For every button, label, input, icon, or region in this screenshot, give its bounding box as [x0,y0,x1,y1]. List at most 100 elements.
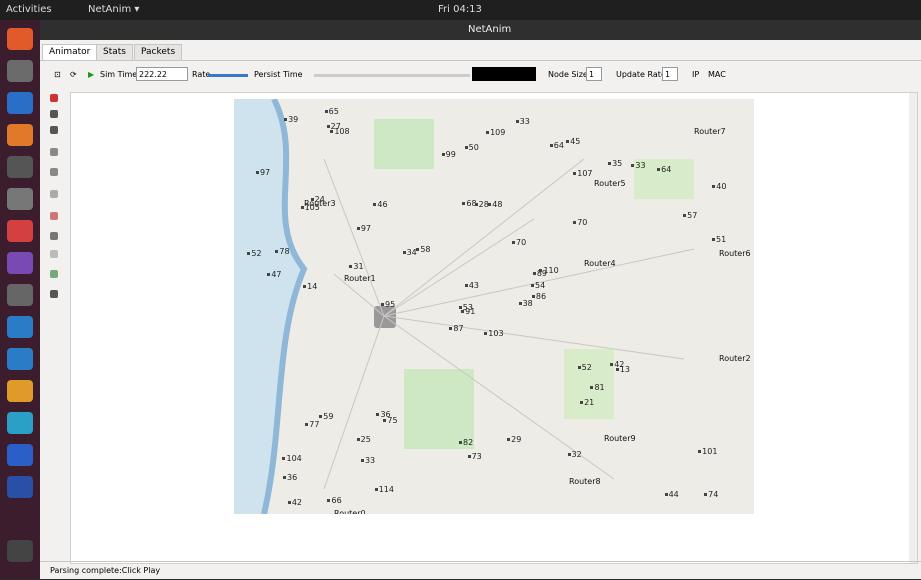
node-label: 87 [449,324,463,333]
chrome-icon[interactable] [7,412,33,434]
node-label: 64 [657,165,671,174]
update-rate-label: Update Rate [616,70,666,79]
node-label: 52 [247,249,261,258]
launcher-dock [0,20,40,579]
router-label: Router8 [569,477,601,486]
router-label: Router0 [334,509,366,514]
node-label: 25 [357,435,371,444]
box-icon[interactable] [50,250,58,258]
router-label: Router7 [694,127,726,136]
mac-toggle[interactable]: MAC [708,70,726,79]
writer-icon[interactable] [7,92,33,114]
sim-time-field[interactable]: 222.22 [136,67,188,81]
node-label: 109 [486,128,505,137]
tool-icon[interactable] [50,190,58,198]
node-label: 103 [484,329,503,338]
grid-icon[interactable] [50,148,58,156]
node-label: 33 [516,117,530,126]
update-rate-field[interactable]: 1 [662,67,678,81]
node-label: 43 [465,281,479,290]
node-label: 78 [275,247,289,256]
router-label: Router5 [594,179,626,188]
toolbar: ⊡ ⟳ ▶ Sim Time 222.22 Rate Persist Time … [40,64,921,86]
node-label: 24 [311,195,325,204]
node-label: 38 [519,299,533,308]
node-label: 29 [507,435,521,444]
ip-toggle[interactable]: IP [692,70,699,79]
node-label: 74 [704,490,718,499]
settings-icon[interactable] [7,188,33,210]
node-label: 110 [539,266,558,275]
node-label: 51 [712,235,726,244]
play-icon[interactable]: ▶ [88,70,94,79]
status-bar: Parsing complete:Click Play [40,561,921,579]
pointer-icon[interactable] [50,290,58,298]
arrow-icon[interactable] [50,94,58,102]
node-label: 97 [357,224,371,233]
show-apps-icon[interactable] [7,540,33,562]
node-label: 33 [631,161,645,170]
node-label: 104 [282,454,301,463]
tab-animator[interactable]: Animator [42,44,98,60]
node-label: 35 [608,159,622,168]
node-size-field[interactable]: 1 [586,67,602,81]
netanim-window: NetAnim Animator Stats Packets ⊡ ⟳ ▶ Sim… [40,20,921,579]
map-layer [234,99,754,514]
node-label: 70 [573,218,587,227]
app-icon-4[interactable] [7,316,33,338]
fit-icon[interactable]: ⊡ [54,70,61,79]
firefox-icon[interactable] [7,28,33,50]
battery-icon[interactable] [50,270,58,278]
app-icon-3[interactable] [7,284,33,306]
time-slider[interactable] [314,74,470,77]
node-label: 14 [303,282,317,291]
netanim-icon[interactable] [7,476,33,498]
node-label: 114 [375,485,394,494]
app-icon-5[interactable] [7,348,33,370]
node-label: 81 [590,383,604,392]
router-label: Router6 [719,249,751,258]
node-label: 57 [683,211,697,220]
store-icon[interactable] [7,124,33,146]
node-label: 32 [568,450,582,459]
clock[interactable]: Fri 04:13 [438,4,482,15]
node-label: 82 [459,438,473,447]
node-label: 101 [698,447,717,456]
tab-stats[interactable]: Stats [96,44,133,60]
files-icon[interactable] [7,60,33,82]
router-label: Router9 [604,434,636,443]
node-icon[interactable] [50,232,58,240]
node-label: 105 [301,203,320,212]
status-message: Parsing complete:Click Play [50,566,161,575]
zoom-out-icon[interactable] [50,126,58,134]
zoom-in-icon[interactable] [50,110,58,118]
vertical-scrollbar[interactable] [909,93,917,563]
node-label: 107 [573,169,592,178]
rate-slider[interactable] [208,74,248,77]
node-label: 65 [325,107,339,116]
edge-icon[interactable] [7,444,33,466]
tab-packets[interactable]: Packets [134,44,183,60]
terminal-icon[interactable] [7,156,33,178]
node-label: 21 [580,398,594,407]
pen-icon[interactable] [50,212,58,220]
node-label: 31 [349,262,363,271]
app-icon-2[interactable] [7,252,33,274]
animation-canvas[interactable]: Router3 Router1 Router4 Router6 Router5 Route… [70,92,918,564]
node-label: 42 [610,360,624,369]
node-size-label: Node Size [548,70,588,79]
vlc-icon[interactable] [7,380,33,402]
lines-icon[interactable] [50,168,58,176]
node-label: 45 [566,137,580,146]
node-label: 34 [403,248,417,257]
node-label: 40 [712,182,726,191]
router-label: Router2 [719,354,751,363]
refresh-icon[interactable]: ⟳ [70,70,77,79]
activities-button[interactable]: Activities [6,4,52,15]
sim-time-label: Sim Time [100,70,138,79]
node-label: 28 [475,200,489,209]
node-label: 53 [459,303,473,312]
app-icon[interactable] [7,220,33,242]
app-menu[interactable]: NetAnim ▾ [88,4,139,15]
node-label: 36 [376,410,390,419]
